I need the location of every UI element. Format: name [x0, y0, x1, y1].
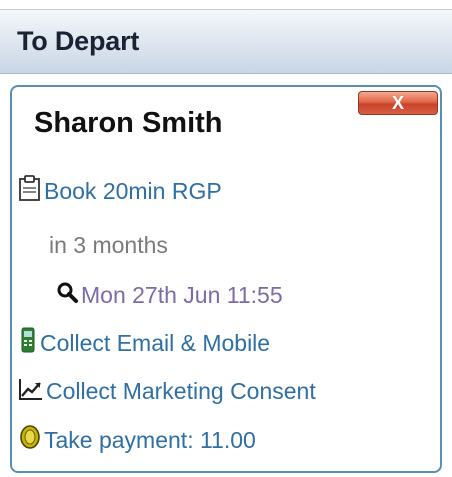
search-icon — [55, 280, 79, 314]
marketing-consent-label: Collect Marketing Consent — [46, 378, 316, 404]
booking-label: Book 20min RGP — [44, 178, 222, 204]
close-button-label: X — [391, 93, 404, 113]
collect-contact-label: Collect Email & Mobile — [40, 330, 271, 356]
section-header: To Depart — [0, 10, 452, 74]
trend-chart-icon — [18, 376, 44, 410]
patient-name[interactable]: Sharon Smith — [34, 107, 223, 140]
appointment-label: Mon 27th Jun 11:55 — [81, 282, 283, 308]
marketing-consent-action[interactable]: Collect Marketing Consent — [18, 374, 316, 408]
close-button[interactable]: X — [358, 91, 438, 115]
clipboard-icon — [18, 174, 42, 211]
take-payment-action[interactable]: Take payment: 11.00 — [18, 423, 256, 457]
section-title: To Depart — [17, 26, 140, 56]
collect-contact-action[interactable]: Collect Email & Mobile — [18, 326, 270, 360]
recall-due-text: in 3 months — [49, 232, 168, 258]
patient-card: X Sharon Smith Book 20min RGP in 3 month… — [10, 85, 442, 473]
booking-action[interactable]: Book 20min RGP — [18, 174, 222, 208]
coin-icon — [18, 424, 42, 459]
appointment-link[interactable]: Mon 27th Jun 11:55 — [55, 278, 283, 312]
mobile-phone-icon — [18, 326, 38, 363]
take-payment-label: Take payment: 11.00 — [44, 427, 256, 453]
top-border — [0, 0, 452, 10]
